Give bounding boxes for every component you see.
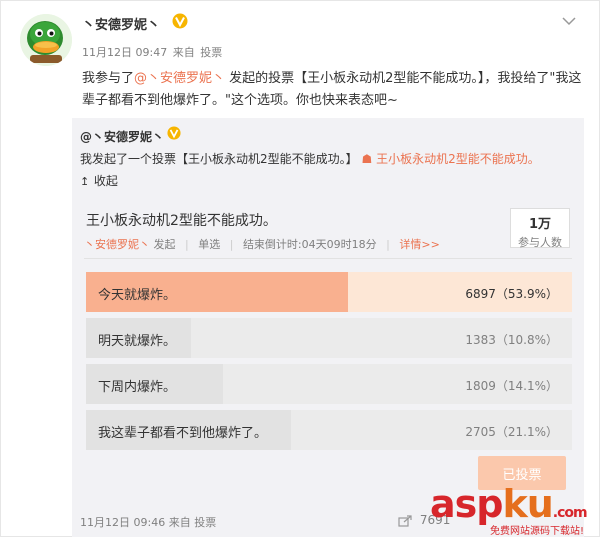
collapse-label: 收起 [93, 174, 118, 188]
poll-link-icon: ☗ [361, 152, 373, 166]
chevron-down-icon[interactable] [562, 16, 576, 26]
watermark-part-b: ku [502, 482, 553, 526]
watermark-part-a: asp [430, 482, 503, 526]
option-label: 今天就爆炸。 [98, 288, 177, 303]
option-stat: 1383（10.8%） [465, 333, 558, 347]
details-link[interactable]: 详情>> [399, 238, 439, 251]
mention-link[interactable]: @丶安德罗妮丶 [134, 71, 225, 86]
participants-label: 参与人数 [518, 236, 562, 249]
divider: | [229, 238, 234, 251]
poll-option[interactable]: 明天就爆炸。 1383（10.8%） [86, 318, 572, 358]
poll-title: 王小板永动机2型能不能成功。 [86, 213, 277, 229]
post-date[interactable]: 11月12日 09:47 [82, 46, 167, 59]
post-source[interactable]: 投票 [200, 46, 222, 59]
watermark-part-c: .com [552, 505, 588, 521]
collapse-arrow-icon: ↥ [80, 175, 90, 188]
participants-box: 1万 参与人数 [510, 208, 570, 249]
repost-icon [398, 514, 412, 527]
vip-badge-icon[interactable] [167, 126, 181, 140]
collapse-link[interactable]: ↥ 收起 [80, 172, 118, 189]
poll-meta: 丶安德罗妮丶 发起 | 单选 | 结束倒计时:04天09时18分 | 详情>> [84, 236, 440, 252]
option-label: 我这辈子都看不到他爆炸了。 [98, 426, 268, 441]
post-source-prefix: 来自 [172, 46, 195, 59]
watermark-tagline: 免费网站源码下载站! [490, 526, 585, 537]
poll-option[interactable]: 我这辈子都看不到他爆炸了。 2705（21.1%） [86, 410, 572, 450]
watermark-logo: aspku.com [430, 482, 588, 526]
option-stat: 6897（53.9%） [465, 287, 558, 301]
poll-creator[interactable]: 丶安德罗妮丶 [84, 238, 150, 251]
poll-countdown: 结束倒计时:04天09时18分 [242, 238, 377, 251]
post-text-part1: 我参与了 [82, 71, 135, 86]
option-stat: 2705（21.1%） [465, 425, 558, 439]
repost-author[interactable]: @丶安德罗妮丶 [80, 128, 164, 145]
poll-option[interactable]: 今天就爆炸。 6897（53.9%） [86, 272, 572, 312]
poll-creator-suffix: 发起 [153, 238, 176, 251]
poll-option[interactable]: 下周内爆炸。 1809（14.1%） [86, 364, 572, 404]
avatar[interactable] [20, 14, 72, 66]
participants-num: 1万 [528, 217, 552, 232]
repost-date[interactable]: 11月12日 09:46 [80, 516, 165, 529]
divider [84, 258, 572, 259]
vip-badge-icon[interactable] [172, 13, 188, 29]
poll-link[interactable]: ☗ 王小板永动机2型能不能成功。 [361, 152, 539, 166]
repost-text-part1: 我发起了一个投票【王小板永动机2型能不能成功。】 [80, 152, 358, 166]
poll-type: 单选 [198, 238, 221, 251]
option-label: 明天就爆炸。 [98, 334, 177, 349]
option-label: 下周内爆炸。 [98, 380, 177, 395]
divider: | [185, 238, 189, 251]
divider: | [386, 238, 390, 251]
watermark: aspku.com 免费网站源码下载站! [430, 482, 600, 537]
poll-link-text: 王小板永动机2型能不能成功。 [376, 152, 540, 166]
repost-text: 我发起了一个投票【王小板永动机2型能不能成功。】 ☗ 王小板永动机2型能不能成功… [80, 150, 540, 167]
author-name[interactable]: 丶安德罗妮丶 [82, 14, 160, 33]
repost-source[interactable]: 投票 [194, 516, 216, 529]
option-stat: 1809（14.1%） [465, 379, 558, 393]
repost-box: @丶安德罗妮丶 我发起了一个投票【王小板永动机2型能不能成功。】 ☗ 王小板永动… [72, 118, 584, 537]
repost-source-prefix: 来自 [168, 516, 191, 529]
post-meta: 11月12日 09:47 来自 投票 [82, 44, 224, 60]
repost-footer-meta: 11月12日 09:46 来自 投票 [80, 514, 216, 530]
duck-avatar-icon [20, 14, 72, 66]
post-text: 我参与了@丶安德罗妮丶 发起的投票【王小板永动机2型能不能成功。】，我投给了"我… [82, 68, 582, 112]
